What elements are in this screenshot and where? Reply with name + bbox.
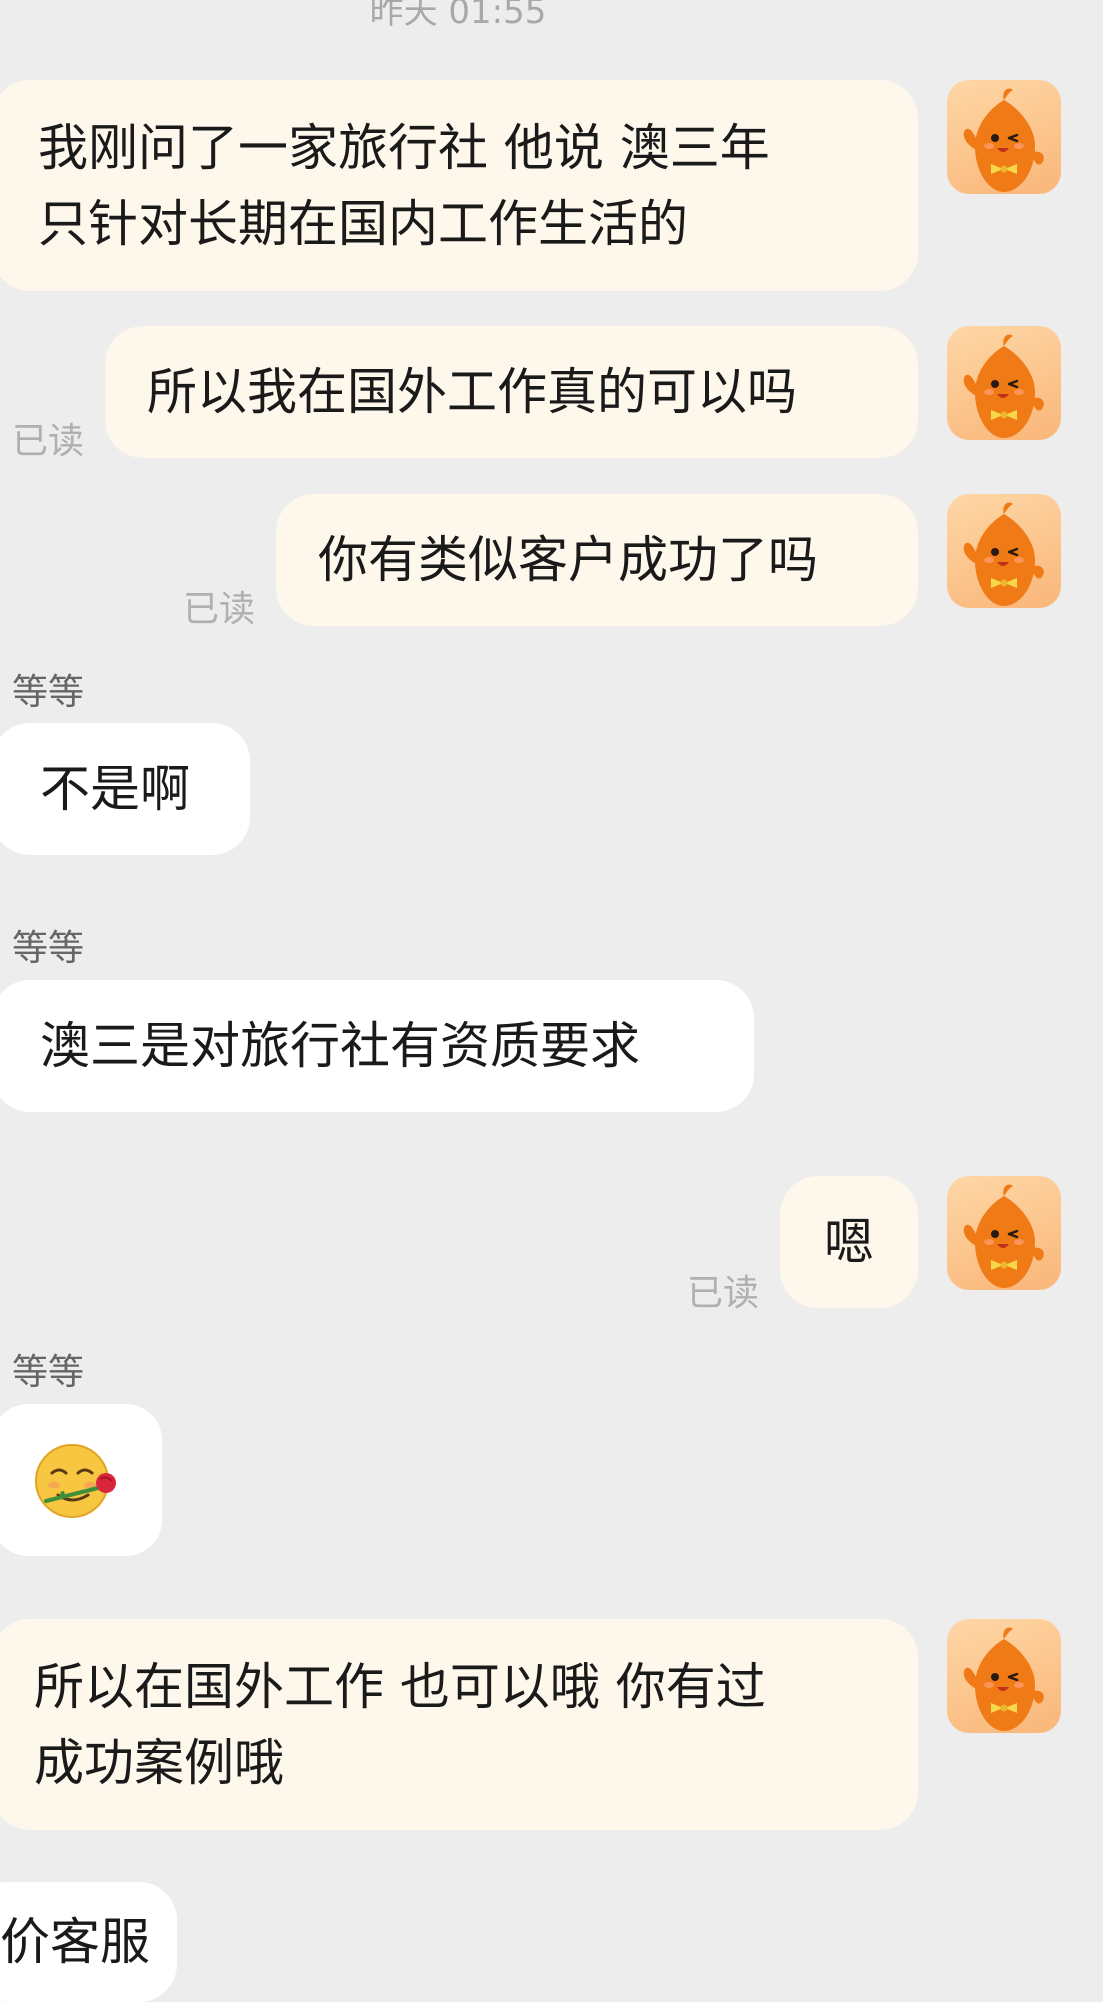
my-avatar[interactable] [947,1619,1061,1733]
sender-name: 等等 [12,928,85,969]
received-message-bubble[interactable]: 不是啊 [0,723,250,855]
message-text-line: 我刚问了一家旅行社 他说 澳三年 [38,119,770,177]
my-avatar[interactable] [947,326,1061,440]
message-text: 澳三是对旅行社有资质要求 [40,1017,640,1075]
message-text-line: 成功案例哦 [34,1734,284,1792]
message-text: 嗯 [824,1213,874,1271]
read-status: 已读 [12,421,85,462]
message-text: 你有类似客户成功了吗 [318,531,818,589]
my-avatar[interactable] [947,494,1061,608]
my-avatar[interactable] [947,80,1061,194]
sent-message-bubble[interactable]: 嗯 [780,1176,918,1308]
message-text-line: 只针对长期在国内工作生活的 [38,195,688,253]
sender-name: 等等 [12,672,85,713]
message-text: 价客服 [0,1913,150,1971]
message-text-line: 所以在国外工作 也可以哦 你有过 [34,1658,766,1716]
sent-message-bubble[interactable]: 你有类似客户成功了吗 [276,494,918,626]
sent-message-bubble[interactable]: 所以在国外工作 也可以哦 你有过 成功案例哦 [0,1619,918,1830]
message-text: 所以我在国外工作真的可以吗 [147,363,797,421]
read-status: 已读 [183,589,256,630]
orange-mascot-avatar-icon [962,1183,1046,1290]
orange-mascot-avatar-icon [962,333,1046,440]
sent-message-bubble[interactable]: 我刚问了一家旅行社 他说 澳三年 只针对长期在国内工作生活的 [0,80,918,291]
sent-message-bubble[interactable]: 所以我在国外工作真的可以吗 [105,326,918,458]
received-emoji-bubble[interactable] [0,1404,162,1556]
rose-in-mouth-emoji-icon [35,1444,116,1518]
received-message-bubble[interactable]: 澳三是对旅行社有资质要求 [0,980,754,1112]
orange-mascot-avatar-icon [962,1626,1046,1733]
sender-name: 等等 [12,1352,85,1393]
my-avatar[interactable] [947,1176,1061,1290]
orange-mascot-avatar-icon [962,87,1046,194]
message-text: 不是啊 [40,760,190,818]
orange-mascot-avatar-icon [962,501,1046,608]
read-status: 已读 [687,1273,760,1314]
chat-timestamp: 昨天 01:55 [369,0,547,32]
received-message-bubble[interactable]: 价客服 [0,1882,177,2002]
